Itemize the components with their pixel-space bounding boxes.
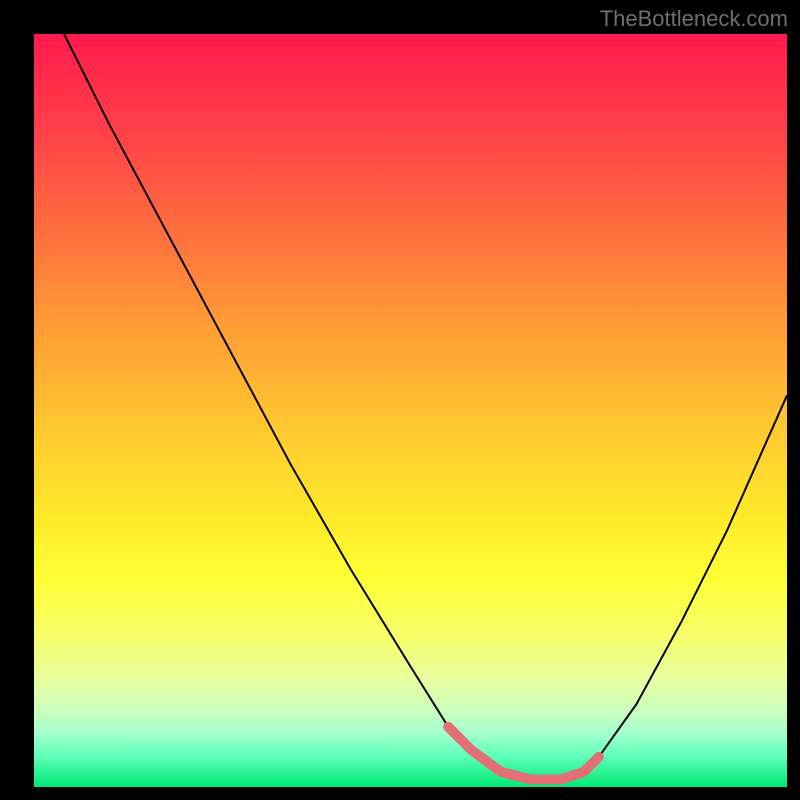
watermark-text: TheBottleneck.com bbox=[600, 6, 788, 32]
curve-layer bbox=[34, 34, 787, 787]
chart-frame: TheBottleneck.com bbox=[0, 0, 800, 800]
optimal-band-marker bbox=[448, 727, 599, 780]
plot-area bbox=[34, 34, 787, 787]
bottleneck-curve bbox=[64, 34, 787, 780]
